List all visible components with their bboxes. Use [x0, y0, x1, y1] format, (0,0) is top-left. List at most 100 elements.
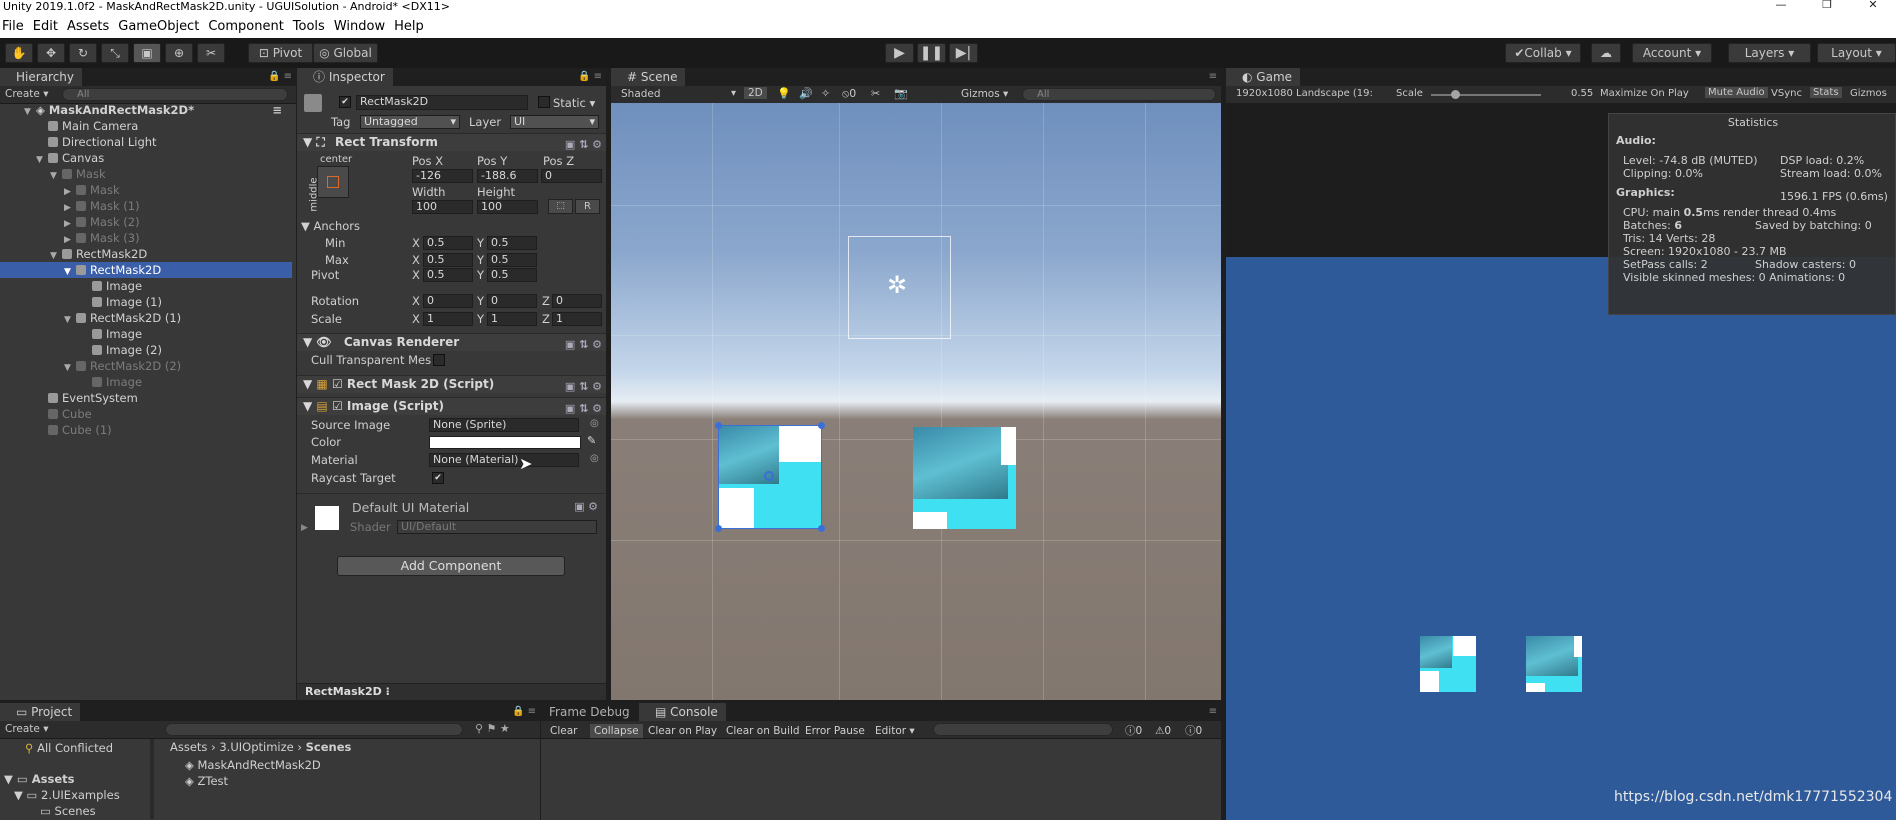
panel-menu-icon[interactable]: 🔒 ≡	[268, 71, 292, 82]
shader-dropdown[interactable]: UI/Default	[397, 520, 597, 534]
resize-handle[interactable]	[715, 422, 722, 429]
component-enabled-checkbox[interactable]: ☑	[332, 377, 343, 391]
static-label[interactable]: Static ▾	[553, 96, 595, 110]
camera-icon[interactable]: 📷	[894, 87, 908, 100]
layer-dropdown[interactable]: UI ▾	[510, 115, 599, 129]
2d-mode-toggle[interactable]: 2D	[744, 87, 767, 99]
filter-icons[interactable]: ⚲ ⚑ ★	[475, 722, 510, 735]
transform-tool-icon[interactable]: ⊕	[165, 43, 193, 63]
console-search-input[interactable]	[933, 723, 1113, 736]
menu-tools[interactable]: Tools	[291, 19, 332, 34]
hierarchy-item[interactable]: Image (1)	[0, 294, 292, 310]
vsync-toggle[interactable]: VSync	[1771, 88, 1802, 99]
hierarchy-item[interactable]: ▼ RectMask2D	[0, 246, 292, 262]
clear-button[interactable]: Clear	[546, 724, 581, 738]
clear-on-build-button[interactable]: Clear on Build	[722, 724, 804, 738]
material-field[interactable]: None (Material)	[429, 453, 579, 467]
inspector-footer[interactable]: RectMask2D ⁝	[297, 683, 606, 700]
scale-y-field[interactable]: 1	[487, 312, 537, 326]
log-count[interactable]: ⓘ0	[1181, 724, 1206, 738]
move-tool-icon[interactable]: ✥	[37, 43, 65, 63]
collab-dropdown[interactable]: ✔Collab ▾	[1505, 43, 1581, 63]
create-dropdown[interactable]: Create ▾	[5, 88, 49, 100]
posz-field[interactable]: 0	[541, 169, 602, 183]
hierarchy-item[interactable]: ▶ Mask (2)	[0, 214, 292, 230]
resize-handle[interactable]	[818, 422, 825, 429]
menu-component[interactable]: Component	[206, 19, 290, 34]
panel-menu-icon[interactable]: 🔒 ≡	[512, 706, 536, 717]
pivot-y-field[interactable]: 0.5	[487, 268, 537, 282]
hierarchy-item[interactable]: ▶ Mask	[0, 182, 292, 198]
color-swatch[interactable]	[429, 436, 581, 449]
raycast-target-checkbox[interactable]: ✔	[432, 472, 444, 484]
width-field[interactable]: 100	[412, 200, 473, 214]
tools-icon[interactable]: ✂	[871, 87, 880, 100]
source-image-field[interactable]: None (Sprite)	[429, 418, 579, 432]
posy-field[interactable]: -188.6	[477, 169, 538, 183]
canvas-renderer-header[interactable]: ▼ 👁 Canvas Renderer ▣ ⇅ ⚙	[297, 333, 606, 351]
gizmos-dropdown[interactable]: Gizmos ▾	[961, 88, 1008, 100]
rect-mask-2d-header[interactable]: ▼ ▦ ☑ Rect Mask 2D (Script) ▣ ⇅ ⚙	[297, 375, 606, 393]
project-create-dropdown[interactable]: Create ▾	[5, 723, 49, 735]
eyedropper-icon[interactable]: ✎	[587, 434, 596, 447]
rect-transform-header[interactable]: ▼ ⛶ Rect Transform ▣ ⇅ ⚙	[297, 133, 606, 151]
scene-root[interactable]: ▼ ◈ MaskAndRectMask2D* ≡	[0, 102, 292, 118]
image-header[interactable]: ▼ ▤ ☑ Image (Script) ▣ ⇅ ⚙	[297, 397, 606, 415]
audio-icon[interactable]: 🔊	[799, 87, 813, 100]
project-search-input[interactable]	[165, 723, 463, 736]
error-pause-button[interactable]: Error Pause	[801, 724, 869, 738]
pivot-x-field[interactable]: 0.5	[423, 268, 473, 282]
anchors-foldout[interactable]: ▼ Anchors	[301, 219, 360, 233]
game-gizmos-toggle[interactable]: Gizmos	[1850, 88, 1887, 99]
rotation-y-field[interactable]: 0	[487, 294, 537, 308]
scale-slider-thumb[interactable]	[1451, 90, 1460, 99]
tab-game[interactable]: ◐ Game	[1226, 68, 1301, 86]
anchor-max-y-field[interactable]: 0.5	[487, 253, 537, 267]
menu-assets[interactable]: Assets	[65, 19, 116, 34]
raw-edit-button[interactable]: R	[575, 199, 600, 214]
anchor-presets-button[interactable]	[317, 166, 349, 198]
hidden-objects-icon[interactable]: ⦸0	[842, 87, 856, 101]
pause-button[interactable]: ❚❚	[917, 43, 946, 63]
panel-menu-icon[interactable]: ≡	[1209, 71, 1217, 82]
menu-window[interactable]: Window	[332, 19, 392, 34]
posx-field[interactable]: -126	[412, 169, 473, 183]
material-settings-icon[interactable]: ▣ ⚙	[574, 500, 598, 513]
assets-folder[interactable]: ▼ ▭ Assets	[4, 772, 74, 786]
tab-inspector[interactable]: ⓘ Inspector	[297, 68, 393, 86]
tab-frame-debug[interactable]: Frame Debug	[541, 703, 638, 721]
uiexamples-folder[interactable]: ▼ ▭ 2.UIExamples	[14, 788, 120, 802]
file-item[interactable]: ◈ ZTest	[185, 774, 228, 788]
menu-help[interactable]: Help	[392, 19, 431, 34]
hierarchy-item[interactable]: Main Camera	[0, 118, 292, 134]
hierarchy-item[interactable]: ▼ Mask	[0, 166, 292, 182]
scale-x-field[interactable]: 1	[423, 312, 473, 326]
play-button[interactable]: ▶	[885, 43, 914, 63]
scene-search-input[interactable]: All	[1022, 88, 1216, 101]
scale-tool-icon[interactable]: ⤡	[101, 43, 129, 63]
maximize-on-play-toggle[interactable]: Maximize On Play	[1600, 88, 1689, 99]
height-field[interactable]: 100	[477, 200, 538, 214]
object-name-field[interactable]: RectMask2D	[356, 95, 528, 110]
resize-handle[interactable]	[715, 525, 722, 532]
shading-mode-dropdown[interactable]: Shaded	[621, 88, 661, 100]
rotation-z-field[interactable]: 0	[552, 294, 602, 308]
custom-tool-icon[interactable]: ✂	[197, 43, 225, 63]
hierarchy-item[interactable]: Image	[0, 278, 292, 294]
static-checkbox[interactable]	[538, 96, 550, 108]
active-checkbox[interactable]: ✔	[339, 96, 351, 108]
collapse-button[interactable]: Collapse	[590, 724, 643, 738]
pivot-toggle[interactable]: ⊡ Pivot	[248, 43, 313, 63]
minimize-button[interactable]: —	[1758, 0, 1804, 11]
splitter[interactable]	[150, 739, 154, 819]
foldout-arrow-icon[interactable]: ▶	[301, 523, 308, 533]
error-count[interactable]: ⓘ0	[1121, 724, 1146, 738]
hierarchy-item[interactable]: ▶ Mask (1)	[0, 198, 292, 214]
tab-console[interactable]: ▤ Console	[639, 703, 726, 721]
cull-transparent-checkbox[interactable]	[433, 354, 445, 366]
menu-file[interactable]: File	[0, 19, 31, 34]
hierarchy-item[interactable]: Cube	[0, 406, 292, 422]
breadcrumb-item[interactable]: Assets	[170, 740, 207, 754]
file-item[interactable]: ◈ MaskAndRectMask2D	[185, 758, 321, 772]
hierarchy-item[interactable]: Image (2)	[0, 342, 292, 358]
